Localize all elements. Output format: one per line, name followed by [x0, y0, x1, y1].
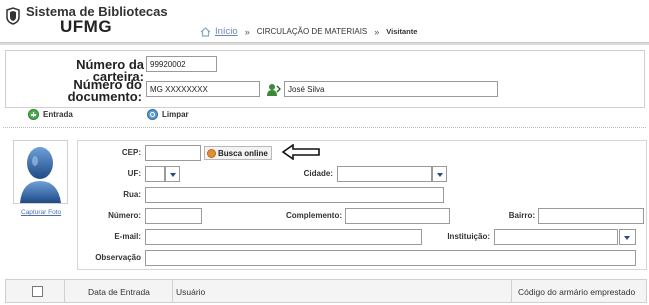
avatar-icon [20, 147, 61, 203]
add-icon [28, 109, 39, 120]
busca-online-button[interactable]: Busca online [204, 146, 272, 160]
select-all-checkbox[interactable] [32, 286, 43, 297]
bairro-input[interactable] [538, 208, 644, 224]
header-divider [0, 42, 649, 45]
observacao-label: Observação [95, 253, 141, 262]
home-icon[interactable] [200, 26, 211, 37]
observacao-input[interactable] [145, 250, 636, 266]
email-label: E-mail: [114, 232, 141, 241]
column-data-entrada[interactable]: Data de Entrada [88, 287, 150, 297]
ufmg-logo-icon [6, 7, 20, 25]
rua-label: Rua: [123, 190, 141, 199]
instituicao-dropdown-icon[interactable] [619, 229, 636, 245]
instituicao-select[interactable] [494, 229, 618, 245]
limpar-label: Limpar [162, 110, 189, 119]
search-online-icon [207, 148, 216, 158]
carteira-input[interactable] [146, 56, 217, 72]
capture-photo-link[interactable]: Capturar Foto [21, 209, 61, 216]
page-header: Sistema de Bibliotecas UFMG Início » CIR… [0, 0, 649, 45]
nome-input[interactable] [284, 81, 498, 97]
instituicao-label: Instituição: [447, 232, 490, 241]
breadcrumb: Início » CIRCULAÇÃO DE MATERIAIS » Visit… [200, 26, 417, 37]
entrada-label: Entrada [43, 110, 73, 119]
entrada-button[interactable]: Entrada [28, 109, 73, 120]
complemento-label: Complemento: [286, 211, 342, 220]
breadcrumb-separator: » [244, 26, 250, 37]
documento-label: Número do documento: [60, 78, 142, 104]
bairro-label: Bairro: [508, 211, 535, 220]
breadcrumb-home-link[interactable]: Início [215, 26, 238, 37]
uf-select[interactable] [145, 166, 165, 182]
documento-label-line2: documento: [67, 89, 142, 104]
uf-label: UF: [127, 169, 141, 178]
breadcrumb-current: Visitante [386, 27, 418, 36]
column-usuario[interactable]: Usuário [176, 287, 205, 297]
busca-online-label: Busca online [218, 148, 268, 158]
limpar-button[interactable]: Limpar [147, 109, 189, 120]
column-divider [64, 280, 65, 302]
column-codigo-armario[interactable]: Código do armário emprestado [518, 287, 635, 297]
email-input[interactable] [145, 229, 422, 245]
documento-input[interactable] [146, 81, 260, 97]
section-divider [3, 127, 646, 128]
column-divider [511, 280, 512, 302]
clear-icon [147, 109, 158, 120]
numero-input[interactable] [145, 208, 202, 224]
cidade-dropdown-icon[interactable] [432, 166, 447, 182]
column-divider [172, 280, 173, 302]
numero-label: Número: [108, 211, 141, 220]
person-search-icon[interactable] [267, 83, 281, 96]
photo-frame[interactable] [13, 140, 68, 204]
complemento-input[interactable] [345, 208, 450, 224]
cep-input[interactable] [145, 145, 201, 161]
cep-label: CEP: [121, 148, 141, 157]
rua-input[interactable] [145, 187, 444, 203]
left-arrow-icon [281, 144, 320, 160]
breadcrumb-separator: » [374, 26, 380, 37]
uf-dropdown-icon[interactable] [165, 166, 180, 182]
cidade-select[interactable] [337, 166, 432, 182]
breadcrumb-section: CIRCULAÇÃO DE MATERIAIS [256, 27, 368, 36]
cidade-label: Cidade: [303, 169, 333, 178]
logo-subtitle: UFMG [60, 17, 113, 36]
visitors-table-header: Data de Entrada Usuário Código do armári… [5, 279, 647, 303]
